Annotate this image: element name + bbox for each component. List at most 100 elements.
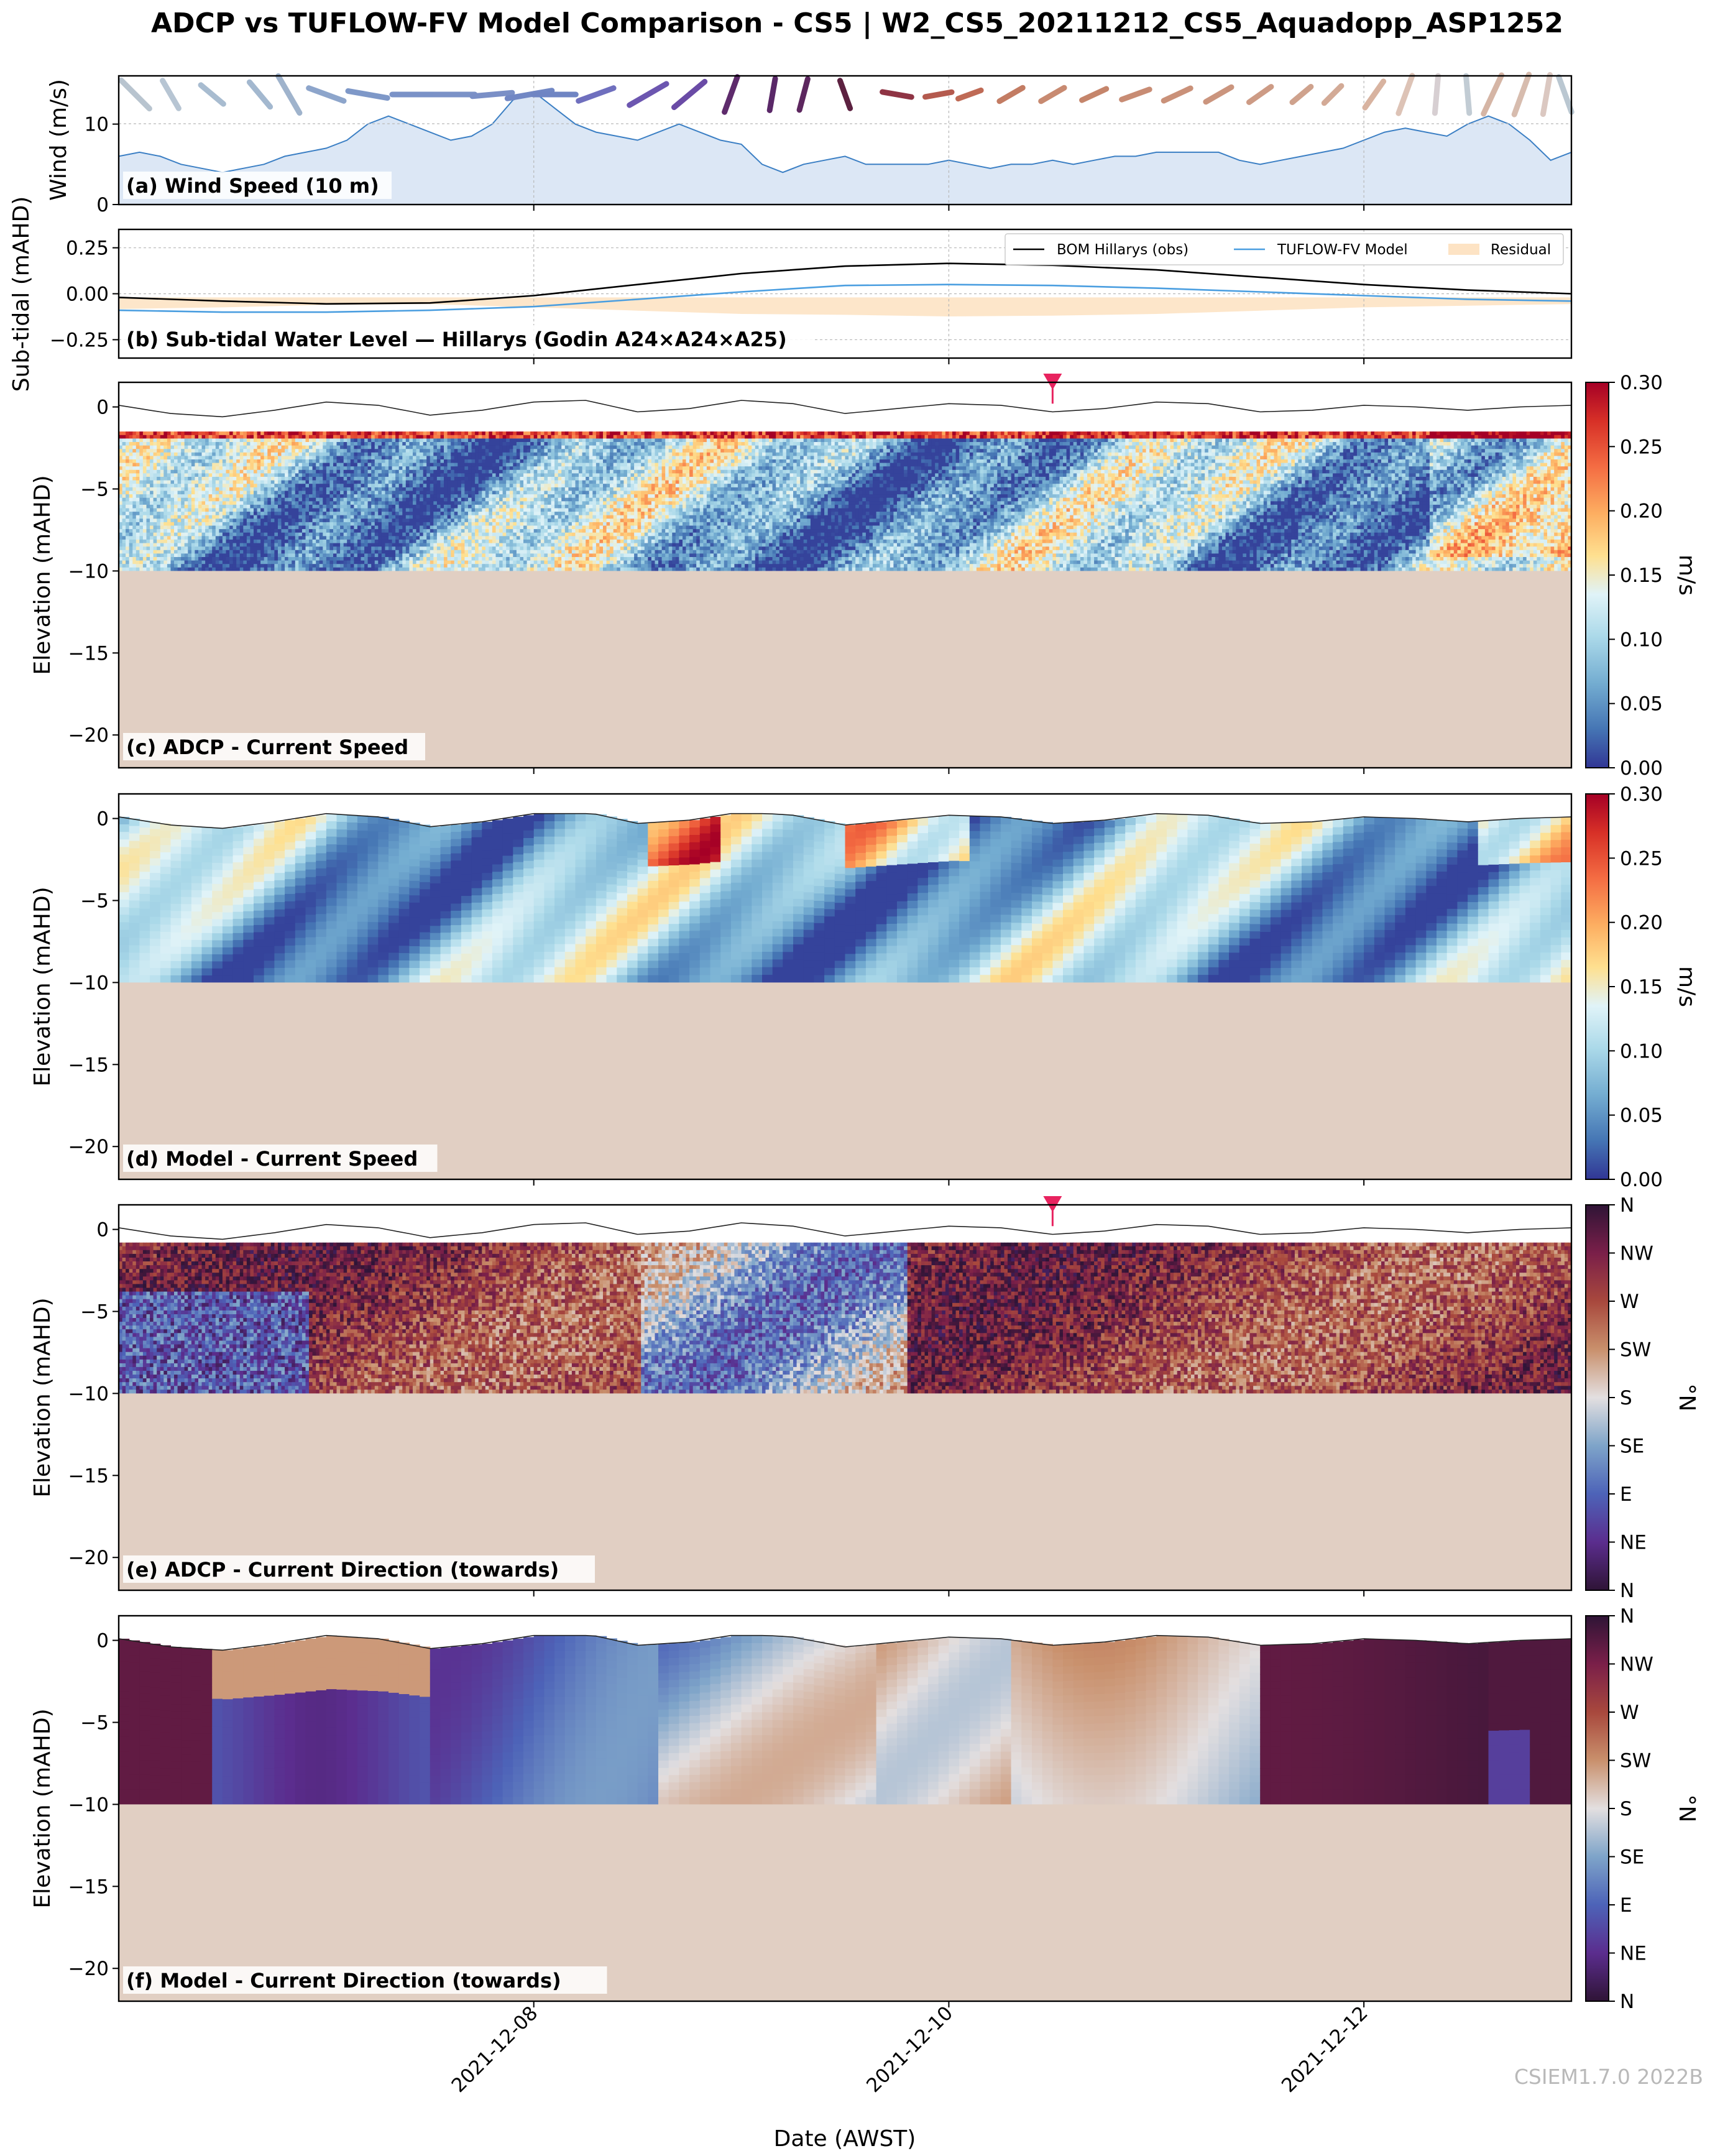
- heatmap-cell: [479, 477, 482, 481]
- heatmap-cell: [527, 546, 531, 550]
- heatmap-cell: [537, 515, 541, 519]
- heatmap-cell: [171, 550, 175, 554]
- heatmap-cell: [309, 494, 313, 498]
- heatmap-cell: [457, 546, 461, 550]
- heatmap-cell: [209, 491, 213, 495]
- heatmap-cell: [157, 512, 160, 515]
- heatmap-cell: [444, 459, 448, 463]
- heatmap-cell: [243, 491, 247, 495]
- heatmap-cell: [423, 546, 427, 550]
- heatmap-cell: [378, 470, 382, 474]
- heatmap-cell: [457, 466, 461, 470]
- heatmap-cell: [510, 481, 513, 484]
- heatmap-cell: [278, 487, 282, 491]
- heatmap-cell: [267, 484, 271, 487]
- heatmap-cell: [475, 518, 479, 522]
- heatmap-cell: [464, 431, 468, 435]
- heatmap-cell: [147, 466, 150, 470]
- heatmap-cell: [181, 435, 185, 439]
- heatmap-cell: [337, 536, 341, 540]
- heatmap-cell: [191, 509, 195, 512]
- heatmap-cell: [122, 498, 126, 502]
- heatmap-cell: [337, 456, 341, 459]
- heatmap-cell: [181, 568, 185, 571]
- heatmap-cell: [395, 543, 399, 547]
- heatmap-cell: [282, 473, 285, 477]
- heatmap-cell: [229, 470, 233, 474]
- heatmap-cell: [496, 466, 500, 470]
- heatmap-cell: [448, 568, 451, 571]
- heatmap-cell: [392, 431, 396, 435]
- heatmap-cell: [313, 456, 316, 459]
- heatmap-cell: [316, 498, 320, 502]
- heatmap-cell: [313, 435, 316, 439]
- heatmap-cell: [378, 540, 382, 543]
- heatmap-cell: [444, 509, 448, 512]
- heatmap-cell: [298, 557, 302, 561]
- heatmap-cell: [437, 561, 441, 564]
- heatmap-cell: [354, 568, 357, 571]
- heatmap-cell: [236, 568, 240, 571]
- heatmap-cell: [534, 473, 538, 477]
- heatmap-cell: [292, 494, 295, 498]
- heatmap-cell: [413, 546, 416, 550]
- heatmap-cell: [302, 515, 306, 519]
- heatmap-cell: [517, 442, 520, 446]
- heatmap-cell: [420, 431, 423, 435]
- heatmap-cell: [485, 515, 489, 519]
- heatmap-cell: [171, 466, 175, 470]
- heatmap-cell: [229, 453, 233, 456]
- heatmap-cell: [537, 522, 541, 526]
- heatmap-cell: [527, 491, 531, 495]
- heatmap-cell: [254, 456, 257, 459]
- heatmap-cell: [461, 550, 465, 554]
- heatmap-cell: [254, 487, 257, 491]
- heatmap-cell: [510, 484, 513, 487]
- heatmap-cell: [510, 546, 513, 550]
- heatmap-cell: [122, 518, 126, 522]
- heatmap-cell: [399, 553, 403, 557]
- heatmap-cell: [185, 550, 188, 554]
- heatmap-cell: [423, 453, 427, 456]
- heatmap-cell: [479, 512, 482, 515]
- heatmap-cell: [527, 518, 531, 522]
- heatmap-cell: [503, 512, 507, 515]
- heatmap-cell: [288, 477, 292, 481]
- heatmap-cell: [298, 477, 302, 481]
- heatmap-cell: [309, 512, 313, 515]
- heatmap-cell: [375, 512, 379, 515]
- heatmap-cell: [260, 553, 264, 557]
- heatmap-cell: [185, 536, 188, 540]
- heatmap-cell: [454, 459, 458, 463]
- heatmap-cell: [216, 501, 219, 505]
- heatmap-cell: [426, 533, 430, 537]
- heatmap-cell: [527, 442, 531, 446]
- heatmap-cell: [368, 540, 372, 543]
- heatmap-cell: [361, 463, 365, 467]
- heatmap-cell: [185, 561, 188, 564]
- heatmap-cell: [413, 491, 416, 495]
- heatmap-cell: [306, 533, 310, 537]
- heatmap-cell: [274, 435, 278, 439]
- heatmap-cell: [147, 540, 150, 543]
- heatmap-cell: [537, 446, 541, 449]
- heatmap-cell: [139, 546, 143, 550]
- heatmap-cell: [354, 494, 357, 498]
- heatmap-cell: [402, 484, 406, 487]
- heatmap-cell: [302, 505, 306, 509]
- heatmap-cell: [309, 438, 313, 442]
- heatmap-cell: [226, 473, 230, 477]
- heatmap-cell: [219, 501, 223, 505]
- heatmap-cell: [354, 543, 357, 547]
- heatmap-cell: [392, 505, 396, 509]
- heatmap-cell: [267, 536, 271, 540]
- heatmap-cell: [250, 446, 254, 449]
- heatmap-cell: [167, 540, 171, 543]
- heatmap-cell: [392, 501, 396, 505]
- heatmap-cell: [364, 498, 368, 502]
- heatmap-cell: [454, 501, 458, 505]
- heatmap-cell: [260, 442, 264, 446]
- heatmap-cell: [382, 477, 385, 481]
- heatmap-cell: [240, 442, 244, 446]
- heatmap-cell: [278, 550, 282, 554]
